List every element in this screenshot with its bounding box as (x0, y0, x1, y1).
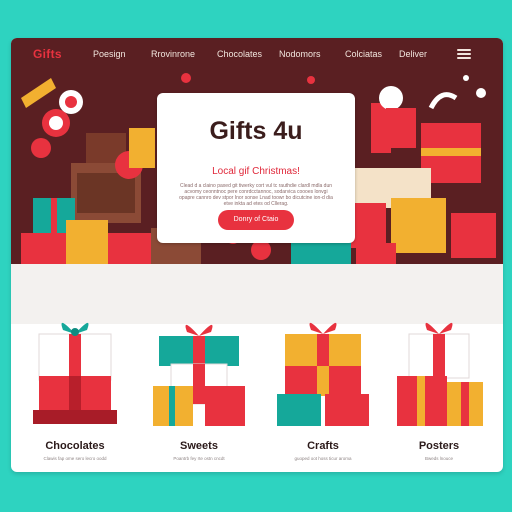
hero-body-text: Clead d a claino paxed git tiwerky cort … (179, 183, 333, 207)
category-title: Chocolates (45, 440, 105, 452)
hero-card: Gifts 4u Local gif Christmas! Clead d a … (157, 93, 355, 243)
category-title: Sweets (180, 440, 218, 452)
hero-subtitle: Local gif Christmas! (212, 166, 300, 177)
crafts-gift-icon (277, 322, 369, 426)
hamburger-menu-icon[interactable] (457, 49, 471, 59)
category-description: guoped oot hoss ticur aroma (294, 456, 352, 461)
nav-link-chocolates[interactable]: Chocolates (217, 49, 262, 59)
posters-gift-icon (397, 322, 483, 426)
site-logo[interactable]: Gifts (33, 47, 62, 61)
hero-title: Gifts 4u (209, 117, 303, 145)
sweets-gift-icon (153, 324, 245, 426)
nav-link-colciatas[interactable]: Colciatas (345, 49, 382, 59)
category-title: Crafts (307, 440, 339, 452)
nav-link-deliver[interactable]: Deliver (399, 49, 427, 59)
hero-cta-button[interactable]: Donry of Ctaio (218, 210, 294, 230)
category-card-crafts[interactable]: Crafts guoped oot hoss ticur aroma (267, 306, 379, 466)
nav-link-poesign[interactable]: Poesign (93, 49, 126, 59)
hero-banner: Gifts Poesign Rrovinrone Chocolates Nodo… (11, 38, 503, 264)
category-description: Clawis fap ome sero lecro oodd (43, 456, 107, 461)
category-title: Posters (418, 440, 460, 452)
page: Gifts Poesign Rrovinrone Chocolates Nodo… (11, 38, 503, 472)
chocolates-gift-icon (33, 322, 117, 424)
nav-link-rrovinrone[interactable]: Rrovinrone (151, 49, 195, 59)
category-description: Bweds lnouce (424, 456, 454, 461)
nav-link-nodomors[interactable]: Nodomors (279, 49, 321, 59)
category-card-posters[interactable]: Posters Bweds lnouce (383, 306, 495, 466)
top-nav: Gifts Poesign Rrovinrone Chocolates Nodo… (11, 38, 503, 70)
category-card-sweets[interactable]: Sweets Poantrb fey rte ostn cncdt (143, 306, 255, 466)
category-card-chocolates[interactable]: Chocolates Clawis fap ome sero lecro ood… (19, 306, 131, 466)
category-description: Poantrb fey rte ostn cncdt (173, 456, 225, 461)
